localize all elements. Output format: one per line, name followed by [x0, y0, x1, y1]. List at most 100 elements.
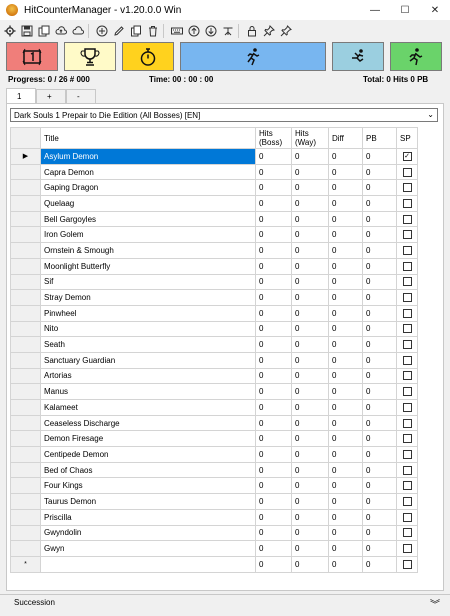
cell-boss[interactable]: 0 [255, 210, 292, 228]
cell-boss[interactable]: 0 [255, 430, 292, 448]
table-row[interactable]: ▶ Asylum Demon 0 0 0 0 ✓ [10, 148, 418, 165]
cell-sp[interactable] [396, 524, 418, 542]
table-row[interactable]: Gaping Dragon 0 0 0 0 [10, 179, 418, 197]
cell-way[interactable]: 0 [291, 351, 329, 369]
cell-diff[interactable]: 0 [328, 555, 363, 573]
cell-way[interactable]: 0 [291, 320, 329, 338]
table-row[interactable]: Manus 0 0 0 0 [10, 383, 418, 400]
row-header-new[interactable]: * [10, 555, 41, 573]
cell-diff[interactable]: 0 [328, 195, 363, 212]
cell-pb[interactable]: 0 [362, 257, 397, 275]
column-header-pb[interactable]: PB [362, 127, 397, 149]
way-hit-button[interactable] [332, 42, 384, 71]
cell-boss[interactable]: 0 [255, 414, 292, 432]
sp-checkbox[interactable] [402, 481, 412, 491]
row-header[interactable] [10, 163, 41, 181]
row-header[interactable] [10, 257, 41, 275]
cell-diff[interactable]: 0 [328, 304, 363, 322]
cell-diff[interactable]: 0 [328, 399, 363, 416]
table-row[interactable]: Iron Golem 0 0 0 0 [10, 226, 418, 244]
cell-boss[interactable]: 0 [255, 555, 292, 573]
pb-button[interactable] [64, 42, 116, 71]
sp-checkbox[interactable] [402, 418, 412, 428]
cell-boss[interactable]: 0 [255, 493, 292, 510]
cell-sp[interactable] [396, 540, 418, 557]
hit-button[interactable] [6, 42, 58, 71]
tab-1[interactable]: 1 [6, 88, 36, 103]
cell-sp[interactable] [396, 289, 418, 306]
keyboard-icon[interactable] [170, 24, 184, 38]
cell-title[interactable]: Nito [40, 320, 256, 338]
sp-checkbox[interactable] [402, 324, 412, 334]
cell-diff[interactable]: 0 [328, 367, 363, 385]
row-header[interactable] [10, 508, 41, 526]
cell-title[interactable]: Sif [40, 273, 256, 291]
cell-pb[interactable]: 0 [362, 493, 397, 510]
row-header[interactable] [10, 210, 41, 228]
cell-pb[interactable]: 0 [362, 273, 397, 291]
sp-checkbox[interactable] [402, 355, 412, 365]
sp-checkbox[interactable] [402, 230, 412, 240]
cell-boss[interactable]: 0 [255, 383, 292, 400]
cell-title[interactable]: Capra Demon [40, 163, 256, 181]
sp-checkbox[interactable] [402, 293, 412, 303]
cell-title[interactable]: Centipede Demon [40, 446, 256, 463]
sp-checkbox[interactable] [402, 449, 412, 459]
cell-diff[interactable]: 0 [328, 210, 363, 228]
table-row[interactable]: Gwyn 0 0 0 0 [10, 540, 418, 557]
cell-way[interactable]: 0 [291, 148, 329, 165]
cell-boss[interactable]: 0 [255, 540, 292, 557]
cell-pb[interactable]: 0 [362, 320, 397, 338]
cell-sp[interactable] [396, 446, 418, 463]
cell-boss[interactable]: 0 [255, 446, 292, 463]
cell-pb[interactable]: 0 [362, 179, 397, 197]
cell-pb[interactable]: 0 [362, 508, 397, 526]
move-up-icon[interactable] [187, 24, 201, 38]
row-header[interactable] [10, 273, 41, 291]
cell-title[interactable]: Taurus Demon [40, 493, 256, 510]
cell-title[interactable]: Artorias [40, 367, 256, 385]
cell-pb[interactable]: 0 [362, 524, 397, 542]
table-row[interactable]: Seath 0 0 0 0 [10, 336, 418, 353]
cell-title[interactable]: Gwyndolin [40, 524, 256, 542]
cell-diff[interactable]: 0 [328, 289, 363, 306]
cell-title[interactable]: Gwyn [40, 540, 256, 557]
cell-way[interactable]: 0 [291, 414, 329, 432]
table-row[interactable]: Taurus Demon 0 0 0 0 [10, 493, 418, 510]
table-new-row[interactable]: * 0 0 0 0 [10, 555, 418, 573]
sp-checkbox[interactable] [402, 559, 412, 569]
table-row[interactable]: Bell Gargoyles 0 0 0 0 [10, 210, 418, 228]
split-button[interactable] [180, 42, 326, 71]
cell-sp[interactable] [396, 163, 418, 181]
copy-icon[interactable] [37, 24, 51, 38]
cell-title[interactable]: Four Kings [40, 477, 256, 495]
maximize-button[interactable]: ☐ [390, 0, 420, 20]
cell-sp[interactable] [396, 367, 418, 385]
table-row[interactable]: Nito 0 0 0 0 [10, 320, 418, 338]
cell-boss[interactable]: 0 [255, 336, 292, 353]
cell-sp[interactable] [396, 351, 418, 369]
cell-diff[interactable]: 0 [328, 508, 363, 526]
cell-pb[interactable]: 0 [362, 430, 397, 448]
cell-title[interactable]: Bell Gargoyles [40, 210, 256, 228]
column-header-title[interactable]: Title [40, 127, 256, 149]
cell-diff[interactable]: 0 [328, 383, 363, 400]
cell-way[interactable]: 0 [291, 477, 329, 495]
cell-diff[interactable]: 0 [328, 163, 363, 181]
cell-pb[interactable]: 0 [362, 555, 397, 573]
row-header[interactable] [10, 195, 41, 212]
cell-pb[interactable]: 0 [362, 446, 397, 463]
cell-pb[interactable]: 0 [362, 461, 397, 479]
cell-diff[interactable]: 0 [328, 430, 363, 448]
cell-way[interactable]: 0 [291, 336, 329, 353]
row-header[interactable] [10, 540, 41, 557]
cell-pb[interactable]: 0 [362, 399, 397, 416]
cell-diff[interactable]: 0 [328, 477, 363, 495]
cell-way[interactable]: 0 [291, 289, 329, 306]
cell-title[interactable]: Quelaag [40, 195, 256, 212]
table-row[interactable]: Quelaag 0 0 0 0 [10, 195, 418, 212]
cell-sp[interactable] [396, 508, 418, 526]
cell-diff[interactable]: 0 [328, 540, 363, 557]
cell-sp[interactable] [396, 195, 418, 212]
table-row[interactable]: Demon Firesage 0 0 0 0 [10, 430, 418, 448]
